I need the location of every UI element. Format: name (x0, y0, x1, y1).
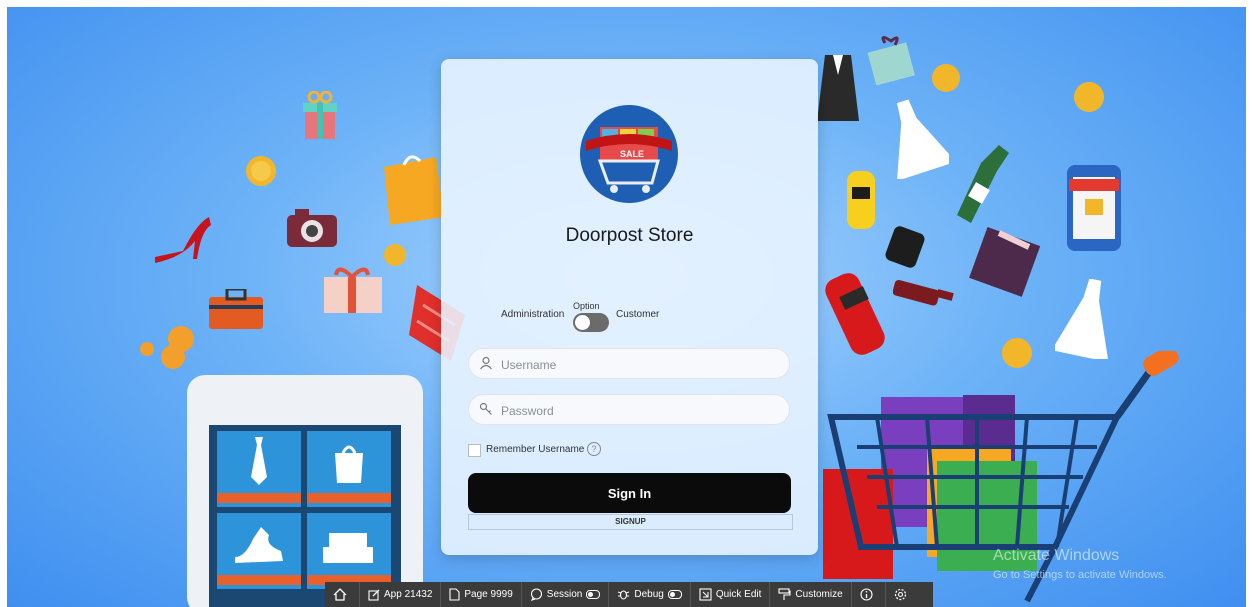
login-card: SALE Doorpost Store Administration Optio… (441, 59, 818, 555)
session-toggle-icon (586, 590, 601, 599)
developer-toolbar: App 21432 Page 9999 Session Debug Quick … (325, 582, 933, 607)
svg-text:SALE: SALE (620, 149, 644, 159)
signup-button[interactable]: SIGNUP (468, 514, 793, 530)
quick-edit-icon (699, 588, 712, 601)
shoe-icon (235, 527, 283, 563)
car-icon (847, 171, 875, 229)
role-toggle-switch[interactable] (573, 313, 609, 332)
password-input[interactable] (499, 395, 783, 426)
debug-button[interactable]: Debug (609, 582, 691, 607)
suit-icon (817, 55, 859, 121)
gift-box-icon (324, 267, 382, 313)
gear-icon (894, 588, 906, 601)
settings-button[interactable] (886, 582, 919, 607)
shopping-cart-sale-logo: SALE (586, 127, 672, 193)
phone-store-icon (1067, 165, 1121, 251)
remember-username-checkbox[interactable] (468, 444, 481, 457)
tie-icon (251, 437, 267, 485)
customize-button[interactable]: Customize (770, 582, 852, 607)
username-field[interactable] (468, 348, 790, 380)
activate-windows-title: Activate Windows (993, 547, 1120, 564)
help-icon[interactable]: ? (587, 442, 601, 456)
page-icon (449, 588, 460, 601)
smartwatch-icon (885, 226, 925, 268)
user-icon (480, 356, 492, 370)
home-icon (333, 588, 347, 601)
dress-icon (896, 99, 949, 179)
briefcase-icon (209, 289, 263, 329)
page-label: Page 9999 (464, 589, 513, 600)
app-button[interactable]: App 21432 (360, 582, 442, 607)
username-input[interactable] (499, 349, 783, 380)
session-label: Session (546, 589, 583, 600)
home-button[interactable] (325, 582, 360, 607)
bag-icon (335, 445, 363, 483)
app-label: App 21432 (384, 589, 433, 600)
bottle-icon (893, 279, 954, 306)
gift-box-icon (867, 36, 915, 85)
quick-edit-button[interactable]: Quick Edit (691, 582, 771, 607)
toggle-knob (575, 315, 590, 330)
camera-icon (287, 209, 337, 247)
session-button[interactable]: Session (522, 582, 610, 607)
store-logo: SALE (580, 105, 678, 203)
quick-edit-label: Quick Edit (715, 589, 762, 600)
customer-label: Customer (616, 309, 660, 320)
sign-in-button[interactable]: Sign In (468, 473, 791, 513)
option-label: Option (573, 301, 600, 311)
chat-icon (530, 588, 542, 601)
high-heel-icon (155, 217, 211, 263)
info-icon (860, 588, 873, 601)
store-title: Doorpost Store (565, 225, 694, 246)
paint-roller-icon (778, 588, 791, 600)
coins-icon (140, 326, 194, 369)
administration-label: Administration (501, 309, 565, 320)
coin-icon (246, 156, 276, 186)
coin-icon (384, 244, 406, 266)
dress-icon (1055, 279, 1109, 359)
bug-icon (618, 590, 630, 600)
debug-label: Debug (634, 589, 664, 600)
coin-icon (932, 64, 960, 92)
car-icon (825, 273, 885, 355)
debug-toggle-icon (667, 590, 682, 599)
customize-label: Customize (795, 589, 843, 600)
remember-username-label: Remember Username (486, 444, 585, 455)
sofa-icon (323, 533, 373, 563)
key-icon (479, 402, 492, 415)
password-field[interactable] (468, 394, 790, 426)
role-toggle-row: Administration Option Customer (501, 301, 761, 337)
edit-icon (368, 589, 380, 601)
gift-box-icon (303, 91, 337, 139)
shopping-bag-icon (384, 155, 444, 225)
info-button[interactable] (852, 582, 886, 607)
gift-box-icon (969, 226, 1041, 297)
activate-windows-subtitle: Go to Settings to activate Windows. (993, 569, 1167, 581)
page-button[interactable]: Page 9999 (441, 582, 522, 607)
coin-icon (1074, 82, 1104, 112)
